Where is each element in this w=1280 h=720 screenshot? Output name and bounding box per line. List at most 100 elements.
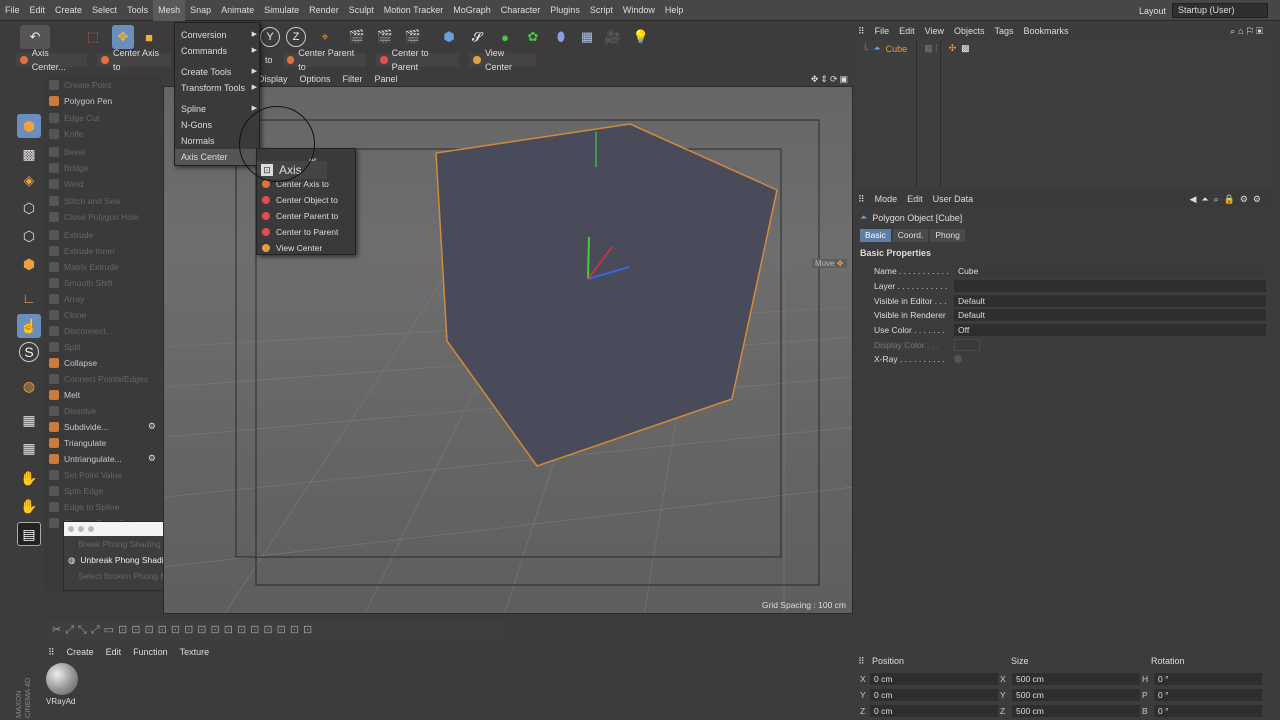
light-icon[interactable]: 💡	[630, 25, 652, 49]
palette-item[interactable]: Weld	[46, 176, 160, 191]
z-axis-lock-icon[interactable]: Z	[286, 27, 306, 47]
drag-handle-icon[interactable]: ⠿	[858, 656, 872, 667]
lock-workplane-icon[interactable]: ▦	[17, 408, 41, 432]
live-selection-icon[interactable]: ⬚	[82, 25, 104, 49]
gear-icon[interactable]: ⚙	[148, 453, 156, 464]
magnet-icon[interactable]: ◍	[17, 374, 41, 398]
palette-item[interactable]: Stitch and Sew	[46, 193, 160, 208]
brush-icon[interactable]: ✋	[17, 494, 41, 518]
obj-menu-bookmarks[interactable]: Bookmarks	[1024, 26, 1069, 36]
object-name[interactable]: Cube	[886, 44, 908, 54]
attribute-nav-icons[interactable]: ◀⏶⌕🔒⚙⚙	[1189, 194, 1266, 205]
viewport-menu-options[interactable]: Options	[300, 74, 331, 84]
position-x-field[interactable]: 0 cm	[870, 673, 998, 685]
palette-item[interactable]: Extrude	[46, 227, 160, 242]
visibility-dots-icon[interactable]: ▦ ⁞	[924, 43, 938, 54]
center-parent-to-item[interactable]: Center Parent to	[257, 208, 357, 224]
menu-animate[interactable]: Animate	[216, 0, 259, 21]
obj-menu-objects[interactable]: Objects	[954, 26, 985, 36]
center-object-to-item[interactable]: Center Object to	[257, 192, 357, 208]
camera-icon[interactable]: 🎥	[602, 25, 624, 49]
attr-menu-edit[interactable]: Edit	[907, 194, 923, 204]
menu-sculpt[interactable]: Sculpt	[344, 0, 379, 21]
size-z-field[interactable]: 500 cm	[1012, 705, 1140, 717]
size-x-field[interactable]: 500 cm	[1012, 673, 1140, 685]
center-to-parent-item[interactable]: Center to Parent	[257, 224, 357, 240]
menu-window[interactable]: Window	[618, 0, 660, 21]
rotation-h-field[interactable]: 0 °	[1154, 673, 1262, 685]
obj-menu-tags[interactable]: Tags	[995, 26, 1014, 36]
palette-item[interactable]: Melt	[46, 387, 160, 402]
palette-item[interactable]: Create Point	[46, 77, 160, 92]
points-mode-icon[interactable]: ⬡	[17, 196, 41, 220]
material-preview-sphere[interactable]	[46, 663, 78, 695]
texture-mode-icon[interactable]: ▩	[17, 142, 41, 166]
palette-item[interactable]: Close Polygon Hole	[46, 209, 160, 224]
drag-handle-icon[interactable]: ⠿	[48, 647, 55, 658]
obj-menu-edit[interactable]: Edit	[899, 26, 915, 36]
obj-menu-view[interactable]: View	[925, 26, 944, 36]
mat-menu-create[interactable]: Create	[67, 647, 94, 657]
material-name[interactable]: VRayAd	[46, 697, 75, 706]
palette-item[interactable]: Array	[46, 291, 160, 306]
floor-icon[interactable]: ▦	[576, 25, 598, 49]
menu-snap[interactable]: Snap	[185, 0, 216, 21]
palette-item[interactable]: Spin Edge	[46, 483, 160, 498]
mesh-menu-conversion[interactable]: Conversion ▶	[175, 27, 261, 43]
planar-workplane-icon[interactable]: ▦	[17, 436, 41, 460]
y-axis-lock-icon[interactable]: Y	[260, 27, 280, 47]
display-color-swatch[interactable]	[954, 338, 980, 351]
menu-create[interactable]: Create	[50, 0, 87, 21]
close-icon[interactable]	[68, 526, 74, 532]
mat-menu-edit[interactable]: Edit	[106, 647, 122, 657]
menu-file[interactable]: File	[0, 0, 25, 21]
axis-center-button[interactable]: Axis Center...	[16, 48, 88, 72]
uvw-tag-icon[interactable]: ▩	[961, 43, 970, 54]
palette-item[interactable]: Triangulate	[46, 435, 160, 450]
palette-item[interactable]: Bevel	[46, 144, 160, 159]
model-mode-icon[interactable]: ⬢	[17, 114, 41, 138]
visible-editor-dropdown[interactable]: Default	[954, 294, 1266, 307]
tab-basic[interactable]: Basic	[860, 229, 891, 242]
animation-tool-icons[interactable]: ✂⤢⤡⤢▭⊡⊡⊡⊡⊡⊡⊡⊡⊡⊡⊡⊡⊡⊡⊡	[52, 623, 316, 637]
mesh-menu-transform-tools[interactable]: Transform Tools ▶	[175, 80, 261, 96]
center-to-parent-button[interactable]: Center to Parent	[375, 48, 460, 72]
menu-character[interactable]: Character	[496, 0, 546, 21]
tab-coord[interactable]: Coord.	[892, 229, 929, 242]
position-y-field[interactable]: 0 cm	[870, 689, 998, 701]
obj-menu-file[interactable]: File	[875, 26, 890, 36]
tab-phong[interactable]: Phong	[930, 229, 965, 242]
tweak-mode-icon[interactable]: ☝	[17, 314, 41, 338]
drag-handle-icon[interactable]: ⠿	[858, 194, 865, 205]
palette-item[interactable]: Dissolve	[46, 403, 160, 418]
mesh-menu-create-tools[interactable]: Create Tools ▶	[175, 64, 261, 80]
object-manager-panel[interactable]: └ ⏶ Cube ▦ ⁞ ✣ ▩	[858, 40, 1270, 188]
mesh-menu-spline[interactable]: Spline ▶	[175, 101, 261, 117]
palette-item[interactable]: Edge Cut	[46, 110, 160, 125]
menu-help[interactable]: Help	[660, 0, 689, 21]
palette-item[interactable]: Connect Points/Edges	[46, 371, 160, 386]
rotation-b-field[interactable]: 0 °	[1154, 705, 1262, 717]
size-y-field[interactable]: 500 cm	[1012, 689, 1140, 701]
zoom-icon[interactable]	[88, 526, 94, 532]
layer-field[interactable]	[954, 279, 1266, 292]
palette-item[interactable]: Edge to Spline	[46, 499, 160, 514]
center-parent-button[interactable]: Center Parent to	[282, 48, 366, 72]
viewport-menu-panel[interactable]: Panel	[375, 74, 398, 84]
palette-item[interactable]: Set Point Value	[46, 467, 160, 482]
palette-item[interactable]: Matrix Extrude	[46, 259, 160, 274]
snap-icon[interactable]: S	[19, 342, 39, 362]
center-axis-button[interactable]: Center Axis to	[97, 48, 171, 72]
palette-item[interactable]: Split	[46, 339, 160, 354]
gear-icon[interactable]: ⚙	[148, 421, 156, 432]
palette-item[interactable]: Bridge	[46, 160, 160, 175]
rotation-p-field[interactable]: 0 °	[1154, 689, 1262, 701]
attr-menu-mode[interactable]: Mode	[875, 194, 898, 204]
mesh-menu-commands[interactable]: Commands ▶	[175, 43, 261, 59]
deformer-icon[interactable]: ⬮	[550, 25, 572, 49]
sculpt-icon[interactable]: ✋	[17, 466, 41, 490]
palette-item[interactable]: Untriangulate... ⚙	[46, 451, 160, 466]
menu-tools[interactable]: Tools	[122, 0, 153, 21]
axis-mode-icon[interactable]: ∟	[17, 286, 41, 310]
palette-item[interactable]: Subdivide... ⚙	[46, 419, 160, 434]
